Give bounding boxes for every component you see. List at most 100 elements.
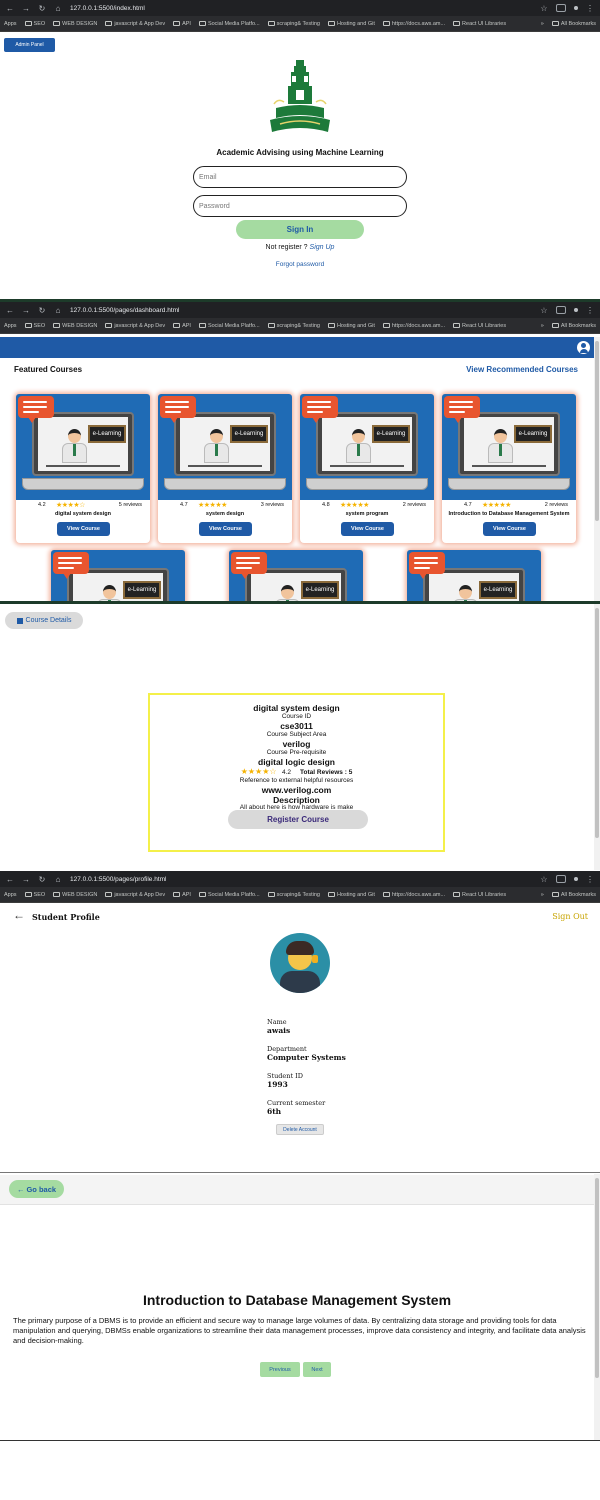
bookmark-scraping[interactable]: scraping& Testing bbox=[267, 21, 320, 27]
bookmark-seo[interactable]: SEO bbox=[24, 892, 45, 898]
bookmark-javascript[interactable]: javascript & App Dev bbox=[105, 892, 165, 898]
register-course-button[interactable]: Register Course bbox=[228, 810, 368, 829]
all-bookmarks[interactable]: All Bookmarks bbox=[551, 892, 596, 898]
bookmark-react-ui[interactable]: React UI Libraries bbox=[453, 21, 506, 27]
reference-link[interactable]: www.verilog.com bbox=[150, 785, 443, 795]
profile-icon[interactable] bbox=[574, 308, 578, 312]
bookmarks-overflow[interactable]: » bbox=[541, 892, 544, 898]
bookmarks-overflow[interactable]: » bbox=[541, 21, 544, 27]
home-icon[interactable]: ⌂ bbox=[54, 875, 62, 884]
bookmark-apps[interactable]: Apps bbox=[4, 892, 17, 898]
folder-icon bbox=[53, 21, 61, 26]
scrollbar[interactable] bbox=[594, 337, 600, 602]
bookmark-seo[interactable]: SEO bbox=[24, 323, 45, 329]
sign-in-button[interactable]: Sign In bbox=[236, 220, 364, 239]
address-bar[interactable]: 127.0.0.1:5500/pages/profile.html bbox=[70, 876, 532, 883]
bookmark-scraping[interactable]: scraping& Testing bbox=[267, 323, 320, 329]
email-input[interactable]: Email bbox=[193, 166, 407, 188]
scrollbar-thumb[interactable] bbox=[595, 1178, 599, 1378]
next-button[interactable]: Next bbox=[303, 1362, 331, 1377]
admin-panel-button[interactable]: Admin Panel bbox=[4, 38, 55, 52]
bookmark-star-icon[interactable]: ☆ bbox=[540, 4, 548, 13]
bookmark-hosting[interactable]: Hosting and Git bbox=[327, 21, 375, 27]
scrollbar[interactable] bbox=[594, 1174, 600, 1440]
previous-button[interactable]: Previous bbox=[260, 1362, 300, 1377]
user-avatar-icon[interactable] bbox=[577, 341, 590, 354]
password-input[interactable]: Password bbox=[193, 195, 407, 217]
reload-icon[interactable]: ↻ bbox=[38, 875, 46, 884]
bookmark-aws[interactable]: https://docs.aws.am... bbox=[382, 21, 445, 27]
home-icon[interactable]: ⌂ bbox=[54, 4, 62, 13]
delete-account-button[interactable]: Delete Account bbox=[276, 1124, 324, 1135]
scrollbar-thumb[interactable] bbox=[595, 341, 599, 521]
home-icon[interactable]: ⌂ bbox=[54, 306, 62, 315]
sign-up-link[interactable]: Sign Up bbox=[310, 244, 335, 251]
all-bookmarks[interactable]: All Bookmarks bbox=[551, 21, 596, 27]
dashboard-screen: ← → ↻ ⌂ 127.0.0.1:5500/pages/dashboard.h… bbox=[0, 302, 600, 602]
course-details-button[interactable]: Course Details bbox=[5, 612, 83, 629]
bookmark-apps[interactable]: Apps bbox=[4, 21, 17, 27]
bookmark-api[interactable]: API bbox=[173, 323, 191, 329]
bookmark-hosting[interactable]: Hosting and Git bbox=[327, 892, 375, 898]
bookmark-web-design[interactable]: WEB DESIGN bbox=[53, 323, 97, 329]
folder-icon bbox=[198, 892, 206, 897]
bookmark-web-design[interactable]: WEB DESIGN bbox=[53, 892, 97, 898]
profile-icon[interactable] bbox=[574, 877, 578, 881]
scrollbar[interactable] bbox=[594, 604, 600, 870]
bookmark-social[interactable]: Social Media Platfo... bbox=[198, 323, 260, 329]
address-bar[interactable]: 127.0.0.1:5500/pages/dashboard.html bbox=[70, 307, 532, 314]
scrollbar-thumb[interactable] bbox=[595, 608, 599, 838]
go-back-button[interactable]: ← Go back bbox=[9, 1180, 64, 1198]
menu-icon[interactable]: ⋮ bbox=[586, 875, 594, 884]
bookmark-social[interactable]: Social Media Platfo... bbox=[198, 21, 260, 27]
view-course-button[interactable]: View Course bbox=[483, 522, 536, 536]
folder-icon bbox=[382, 323, 390, 328]
profile-icon[interactable] bbox=[574, 6, 578, 10]
content-body: The primary purpose of a DBMS is to prov… bbox=[13, 1316, 586, 1345]
back-arrow-icon[interactable]: ← bbox=[13, 908, 25, 922]
bookmark-web-design[interactable]: WEB DESIGN bbox=[53, 21, 97, 27]
bookmarks-overflow[interactable]: » bbox=[541, 323, 544, 329]
back-nav-icon[interactable]: ← bbox=[6, 875, 14, 884]
bookmark-aws[interactable]: https://docs.aws.am... bbox=[382, 892, 445, 898]
bookmark-star-icon[interactable]: ☆ bbox=[540, 875, 548, 884]
view-recommended-link[interactable]: View Recommended Courses bbox=[466, 365, 578, 374]
bookmark-seo[interactable]: SEO bbox=[24, 21, 45, 27]
forgot-password-link[interactable]: Forgot password bbox=[0, 261, 600, 268]
reload-icon[interactable]: ↻ bbox=[38, 4, 46, 13]
bookmark-star-icon[interactable]: ☆ bbox=[540, 306, 548, 315]
extensions-icon[interactable] bbox=[556, 306, 566, 314]
menu-icon[interactable]: ⋮ bbox=[586, 4, 594, 13]
bookmark-api[interactable]: API bbox=[173, 892, 191, 898]
review-count: 2 reviews bbox=[402, 502, 426, 508]
bookmark-hosting[interactable]: Hosting and Git bbox=[327, 323, 375, 329]
bookmark-scraping[interactable]: scraping& Testing bbox=[267, 892, 320, 898]
semester-value: 6th bbox=[267, 1107, 282, 1116]
bookmark-social[interactable]: Social Media Platfo... bbox=[198, 892, 260, 898]
forward-nav-icon[interactable]: → bbox=[22, 4, 30, 13]
bookmark-apps[interactable]: Apps bbox=[4, 323, 17, 329]
forward-nav-icon[interactable]: → bbox=[22, 306, 30, 315]
menu-icon[interactable]: ⋮ bbox=[586, 306, 594, 315]
all-bookmarks[interactable]: All Bookmarks bbox=[551, 323, 596, 329]
extensions-icon[interactable] bbox=[556, 4, 566, 12]
course-rating-row: 4.7 ★★★★★ 2 reviews bbox=[442, 502, 576, 510]
bookmark-javascript[interactable]: javascript & App Dev bbox=[105, 323, 165, 329]
view-course-button[interactable]: View Course bbox=[199, 522, 252, 536]
forward-nav-icon[interactable]: → bbox=[22, 875, 30, 884]
course-content-screen: ← Go back Introduction to Database Manag… bbox=[0, 1174, 600, 1440]
reload-icon[interactable]: ↻ bbox=[38, 306, 46, 315]
bookmark-aws[interactable]: https://docs.aws.am... bbox=[382, 323, 445, 329]
bookmark-api[interactable]: API bbox=[173, 21, 191, 27]
view-course-button[interactable]: View Course bbox=[341, 522, 394, 536]
bookmark-react-ui[interactable]: React UI Libraries bbox=[453, 323, 506, 329]
sign-out-link[interactable]: Sign Out bbox=[552, 912, 588, 921]
address-bar[interactable]: 127.0.0.1:5500/index.html bbox=[70, 5, 532, 12]
view-course-button[interactable]: View Course bbox=[57, 522, 110, 536]
rating-row: ★★★★☆ 4.2 Total Reviews : 5 bbox=[150, 767, 443, 776]
back-nav-icon[interactable]: ← bbox=[6, 4, 14, 13]
bookmark-javascript[interactable]: javascript & App Dev bbox=[105, 21, 165, 27]
bookmark-react-ui[interactable]: React UI Libraries bbox=[453, 892, 506, 898]
back-nav-icon[interactable]: ← bbox=[6, 306, 14, 315]
extensions-icon[interactable] bbox=[556, 875, 566, 883]
